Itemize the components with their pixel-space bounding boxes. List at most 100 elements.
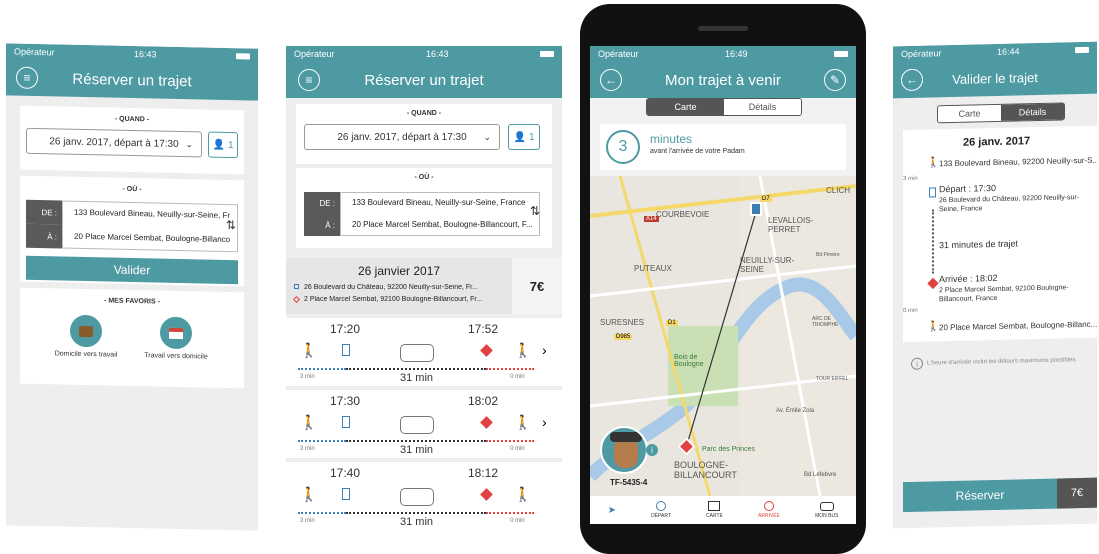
back-arrow-icon[interactable]: ← xyxy=(600,69,622,91)
trip-date: 26 janv. 2017 xyxy=(963,135,1031,149)
map-label: Av. Émile Zola xyxy=(776,408,815,414)
tab-mon-bus[interactable]: MON BUS xyxy=(815,501,838,519)
house-icon[interactable] xyxy=(160,316,192,350)
edit-pencil-icon[interactable]: ✎ xyxy=(824,69,846,91)
tab-location[interactable]: ➤ xyxy=(608,505,616,516)
to-address[interactable]: 20 Place Marcel Sembat, Boulogne-Billanc… xyxy=(352,220,536,229)
tab-depart-label: DÉPART xyxy=(651,513,671,519)
map-label: COURBEVOIE xyxy=(656,210,710,219)
passenger-button[interactable]: 👤 1 xyxy=(208,131,238,159)
bus-icon xyxy=(400,416,434,434)
pin-red-icon xyxy=(292,295,301,304)
map-view[interactable]: COURBEVOIE LEVALLOIS-PERRET CLICH PUTEAU… xyxy=(590,176,856,496)
person-icon: 👤 xyxy=(513,131,526,143)
carrier: Opérateur xyxy=(598,49,639,59)
eta-value: 3 xyxy=(618,138,628,155)
walk-line xyxy=(486,512,534,514)
walk-icon: 🚶 xyxy=(927,157,940,169)
walk-line xyxy=(298,440,346,442)
from-address[interactable]: 133 Boulevard Bineau, Neuilly-sur-Seine,… xyxy=(352,198,536,207)
back-arrow-icon[interactable]: ← xyxy=(901,68,923,92)
pin-blue-icon xyxy=(750,202,762,216)
trip-arr-time: 18:12 xyxy=(468,466,499,480)
arrivee-address: 2 Place Marcel Sembat, 92100 Boulogne-Bi… xyxy=(939,284,1069,304)
tab-carte[interactable]: Carte xyxy=(647,99,724,115)
screen-reserver-2: Opérateur 16:43 ≡ Réserver un trajet - Q… xyxy=(286,46,562,526)
reserver-label: Réserver xyxy=(955,487,1005,503)
trip-option-3[interactable]: 17:40 18:12 🚶 🚶 3 min 31 min 0 min xyxy=(286,462,562,526)
clock: 16:44 xyxy=(997,46,1020,57)
swap-icon[interactable]: ⇅ xyxy=(226,218,236,232)
header: Opérateur 16:49 ← Mon trajet à venir ✎ xyxy=(590,46,856,98)
quand-card: - QUAND - 26 janv. 2017, départ à 17:30 … xyxy=(20,105,244,175)
de-label: DE : xyxy=(304,192,340,214)
tab-carte[interactable]: Carte xyxy=(938,104,1001,123)
walk-icon: 🚶 xyxy=(514,486,532,502)
trip-option-2[interactable]: 17:30 18:02 🚶 🚶 › 3 min 31 min 0 min xyxy=(286,390,562,458)
quand-title: - QUAND - xyxy=(406,110,442,117)
battery-icon xyxy=(236,53,250,60)
depart-address: 26 Boulevard du Château, 92200 Neuilly-s… xyxy=(939,194,1080,214)
ride-duration: 31 min xyxy=(400,372,434,384)
page-title: Valider le trajet xyxy=(952,69,1038,87)
eta-unit: minutes xyxy=(650,132,693,146)
swap-icon[interactable]: ⇅ xyxy=(530,204,540,218)
location-arrow-icon: ➤ xyxy=(607,504,616,516)
fav-travail-domicile[interactable]: Travail vers domicile xyxy=(144,352,208,361)
walk-from-address: 133 Boulevard Bineau, 92200 Neuilly-sur-… xyxy=(939,155,1097,169)
tab-arrivee[interactable]: ARRIVÉE xyxy=(758,501,780,519)
bus-stop-icon xyxy=(342,416,350,428)
passenger-button[interactable]: 👤 1 xyxy=(508,124,540,150)
map-label: PUTEAUX xyxy=(634,264,672,273)
bottom-tabbar: ➤ DÉPART CARTE ARRIVÉE MON BUS xyxy=(590,496,856,524)
chevron-right-icon: › xyxy=(542,414,547,430)
result-to: 2 Place Marcel Sembat, 92100 Boulogne-Bi… xyxy=(304,296,483,303)
walk-to-address: 20 Place Marcel Sembat, Boulogne-Billanc… xyxy=(939,319,1097,333)
valider-button[interactable]: Valider xyxy=(26,255,238,285)
screen-reserver-1: Opérateur 16:43 ≡ Réserver un trajet - Q… xyxy=(6,43,258,531)
road-shield: D1 xyxy=(666,320,678,326)
ou-card: - OÙ - DE : À : 133 Boulevard Bineau, Ne… xyxy=(296,168,552,248)
passenger-count: 1 xyxy=(528,131,535,143)
walk-line xyxy=(298,512,346,514)
navbar: ← Mon trajet à venir ✎ xyxy=(590,62,856,98)
date-value: 26 janv. 2017, départ à 17:30 xyxy=(49,135,179,150)
header: Opérateur 16:43 ≡ Réserver un trajet xyxy=(286,46,562,98)
walk-icon: 🚶 xyxy=(300,486,318,502)
chevron-down-icon: ⌄ xyxy=(185,138,193,149)
trip-option-1[interactable]: 17:20 17:52 🚶 🚶 › 3 min 31 min 0 min xyxy=(286,318,562,386)
map-label: LEVALLOIS-PERRET xyxy=(768,216,814,234)
bus-stop-icon xyxy=(342,488,350,500)
result-from: 26 Boulevard du Château, 92200 Neuilly-s… xyxy=(304,284,478,291)
battery-icon xyxy=(834,51,848,57)
walk-line xyxy=(298,368,346,370)
date-select[interactable]: 26 janv. 2017, départ à 17:30 ⌄ xyxy=(304,124,500,150)
status-bar: Opérateur 16:43 xyxy=(286,46,562,62)
briefcase-icon[interactable] xyxy=(70,314,102,348)
price-box: 7€ xyxy=(512,258,562,314)
price: 7€ xyxy=(529,278,545,294)
reserver-button[interactable]: Réserver 7€ xyxy=(903,477,1097,513)
clock: 16:43 xyxy=(134,49,157,60)
road-shield: D985 xyxy=(614,334,633,340)
pin-red-icon xyxy=(480,344,493,357)
tab-depart[interactable]: DÉPART xyxy=(651,501,671,519)
tab-details[interactable]: Détails xyxy=(1001,103,1064,121)
driver-avatar[interactable] xyxy=(600,426,648,474)
tab-carte[interactable]: CARTE xyxy=(706,501,723,519)
tab-details[interactable]: Détails xyxy=(724,99,801,115)
ride-duration: 31 minutes de trajet xyxy=(939,238,1019,251)
fav-domicile-travail[interactable]: Domicile vers travail xyxy=(54,350,118,359)
date-select[interactable]: 26 janv. 2017, départ à 17:30 ⌄ xyxy=(26,127,202,158)
favoris-title: - MES FAVORIS - xyxy=(104,297,160,306)
info-icon[interactable]: i xyxy=(646,444,658,456)
menu-icon[interactable]: ≡ xyxy=(298,69,320,91)
map-label: CLICH xyxy=(826,186,851,195)
page-title: Mon trajet à venir xyxy=(665,71,781,89)
menu-icon[interactable]: ≡ xyxy=(16,66,38,90)
ou-title: - OÙ - xyxy=(122,185,142,194)
ou-title: - OÙ - xyxy=(414,174,434,181)
route-dots xyxy=(932,209,934,274)
map-label: BOULOGNE-BILLANCOURT xyxy=(674,460,737,480)
eta-text: avant l'arrivée de votre Padam xyxy=(650,148,745,155)
